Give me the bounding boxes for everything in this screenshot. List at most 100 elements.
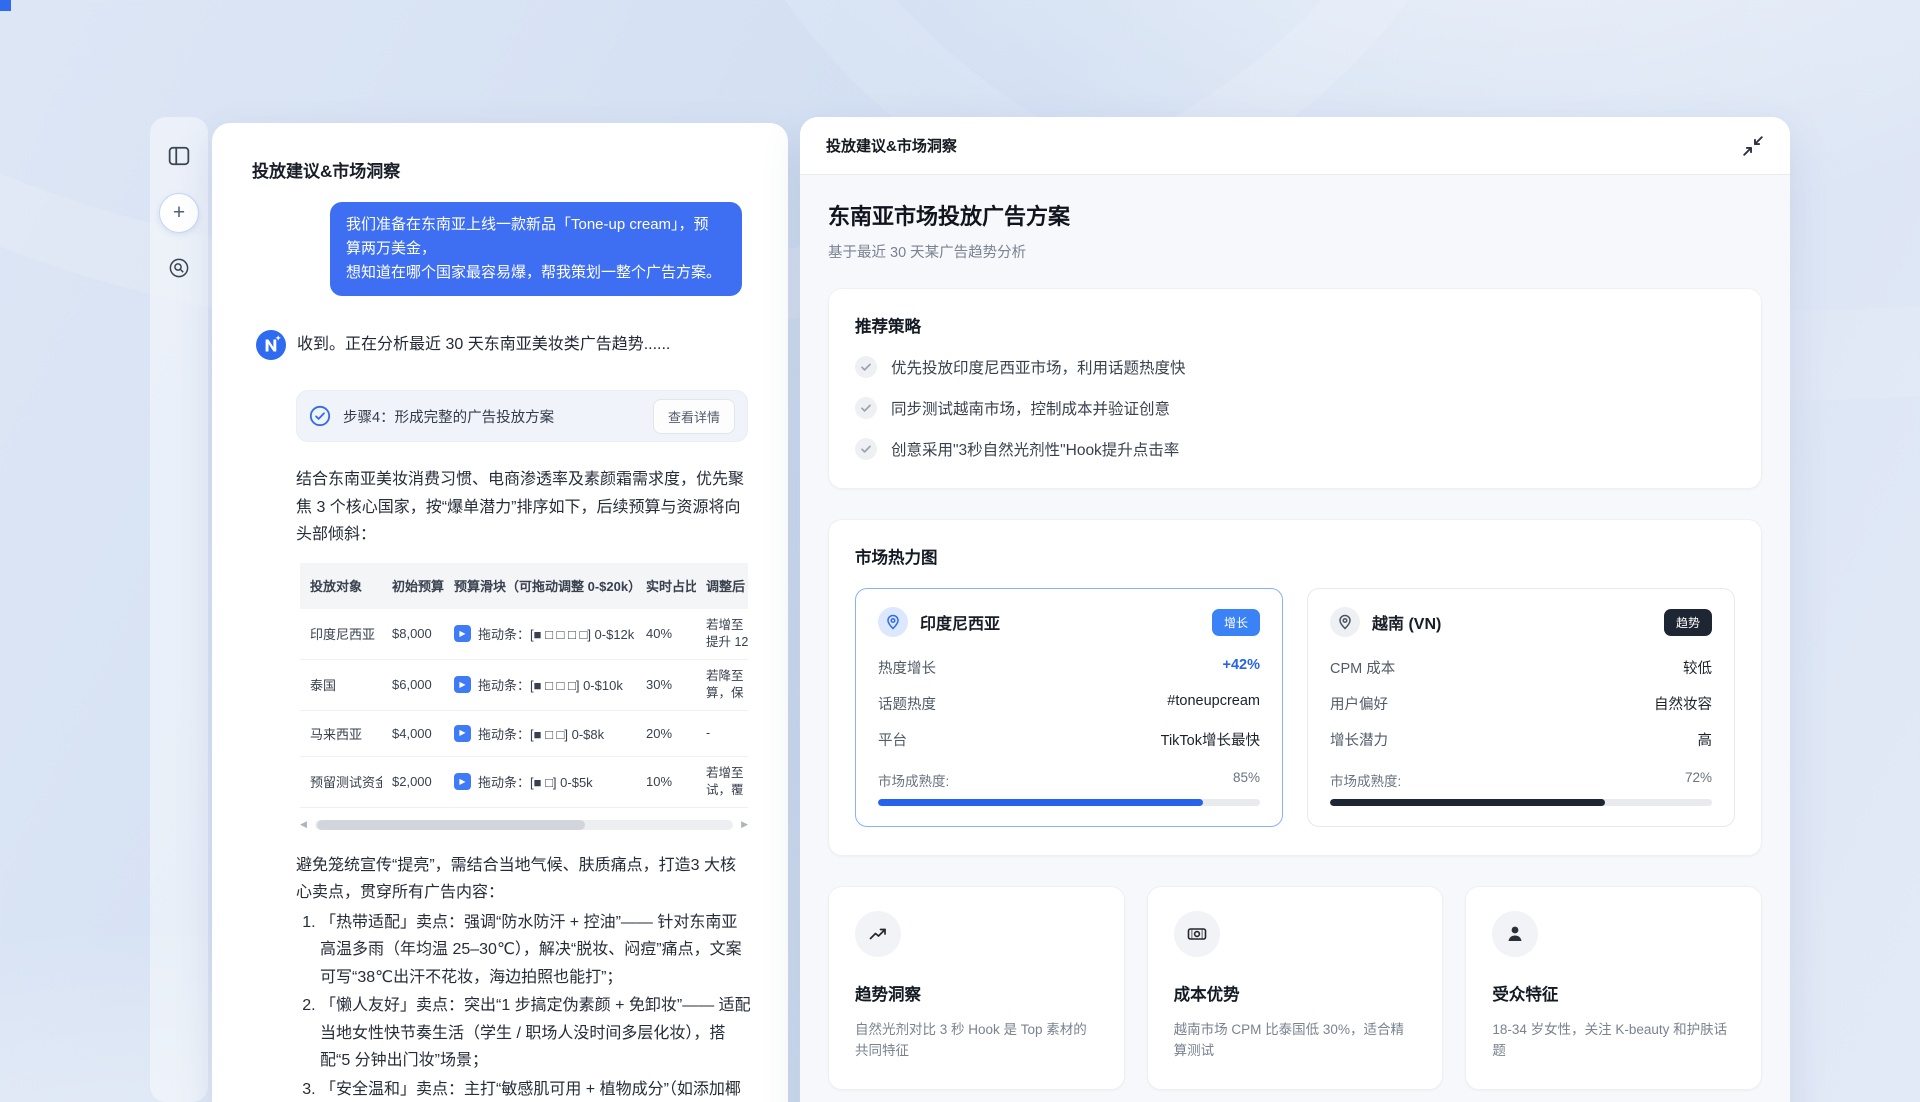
metric-value: +42% — [1222, 657, 1261, 673]
status-badge: 增长 — [1211, 608, 1260, 636]
report-header-title: 投放建议&市场洞察 — [826, 138, 957, 155]
col-header: 初始预算 — [382, 562, 444, 609]
col-header: 预算滑块（可拖动调整 0-$20k） — [444, 562, 636, 609]
feature-card-audience: 受众特征 18-34 岁女性，关注 K-beauty 和护肤话题 — [1465, 886, 1763, 1090]
money-icon — [1173, 911, 1220, 957]
strategy-text: 同步测试越南市场，控制成本并验证创意 — [891, 401, 1171, 418]
share-cell: 40% — [636, 608, 696, 660]
country-card-indonesia[interactable]: 印度尼西亚 增长 热度增长 +42% 话题热度 #toneupcream 平台 … — [855, 588, 1283, 827]
slider-play-icon[interactable]: ▶ — [454, 724, 471, 742]
status-badge: 趋势 — [1663, 608, 1712, 636]
target-cell: 预留测试资金 — [300, 756, 382, 808]
heatmap-title: 市场热力图 — [855, 549, 938, 567]
feature-desc: 自然光剂对比 3 秒 Hook 是 Top 素材的共同特征 — [855, 1022, 1087, 1058]
budget-table-container: 投放对象 初始预算 预算滑块（可拖动调整 0-$20k） 实时占比 调整后 印度… — [300, 562, 748, 808]
scrollbar-thumb[interactable] — [316, 819, 585, 830]
note-cell: 若增至 试，覆 — [696, 756, 748, 808]
table-horizontal-scrollbar: ◀ ▶ — [300, 819, 748, 830]
list-item: 「安全温和」卖点：主打“敏感肌可用 + 植物成分”（如添加椰子油 / 绿茶提取物… — [320, 1076, 752, 1102]
new-chat-button[interactable]: + — [159, 193, 199, 233]
metric-label: 热度增长 — [878, 661, 936, 677]
slider-cell: ▶ 拖动条：[■ □ □ □] 0-$10k — [444, 659, 636, 711]
budget-cell: $8,000 — [382, 608, 444, 660]
map-pin-icon — [878, 607, 908, 637]
metric-row: 话题热度 #toneupcream — [878, 693, 1260, 714]
metric-row: 增长潜力 高 — [1330, 729, 1712, 750]
maturity-label: 市场成熟度: — [878, 774, 950, 789]
budget-slider[interactable]: 拖动条：[■ □ □ □] 0-$10k — [478, 675, 623, 694]
country-name: 越南 (VN) — [1372, 616, 1442, 633]
view-details-button[interactable]: 查看详情 — [652, 398, 735, 434]
col-header: 调整后 — [696, 562, 748, 609]
analysis-paragraph: 结合东南亚美妆消费习惯、电商渗透率及素颜霜需求度，优先聚焦 3 个核心国家，按“… — [296, 471, 745, 543]
target-cell: 马来西亚 — [300, 710, 382, 757]
slider-play-icon[interactable]: ▶ — [454, 773, 471, 790]
country-card-vietnam[interactable]: 越南 (VN) 趋势 CPM 成本 较低 用户偏好 自然妆容 增长潜力 高 市场… — [1307, 588, 1735, 827]
budget-slider[interactable]: 拖动条：[■ □] 0-$5k — [478, 772, 593, 791]
check-icon — [855, 356, 877, 378]
trend-up-icon — [855, 911, 901, 957]
metric-row: 平台 TikTok增长最快 — [878, 729, 1260, 750]
feature-title: 受众特征 — [1492, 986, 1559, 1004]
corner-accent — [0, 0, 11, 11]
assistant-avatar — [256, 330, 286, 360]
selling-points-intro: 避免笼统宣传“提亮”，需结合当地气候、肤质痛点，打造3 大核心卖点，贯穿所有广告… — [296, 856, 737, 902]
scrollbar-track[interactable] — [314, 819, 734, 830]
metric-row: 热度增长 +42% — [878, 657, 1260, 678]
discover-search-icon[interactable] — [168, 257, 190, 279]
strategy-item: 创意采用"3秒自然光剂性"Hook提升点击率 — [855, 438, 1735, 460]
maturity-progress-fill — [878, 799, 1203, 806]
strategy-item: 优先投放印度尼西亚市场，利用话题热度快 — [855, 356, 1735, 378]
chat-panel: 投放建议&市场洞察 我们准备在东南亚上线一款新品「Tone-up cream」，… — [212, 123, 788, 1102]
budget-cell: $6,000 — [382, 659, 444, 711]
metric-value: TikTok增长最快 — [1160, 733, 1260, 749]
report-title: 东南亚市场投放广告方案 — [828, 204, 1071, 229]
note-cell: 若增至 提升 12 — [696, 608, 748, 660]
step-progress-card: 步骤4：形成完整的广告投放方案 查看详情 — [296, 390, 748, 442]
table-row: 预留测试资金 $2,000 ▶ 拖动条：[■ □] 0-$5k 10% 若增至 试… — [300, 756, 748, 808]
maturity-progressbar — [1330, 799, 1712, 806]
selling-points-list: 「热带适配」卖点：强调“防水防汗 + 控油”—— 针对东南亚高温多雨（年均温 2… — [296, 909, 752, 1102]
scroll-right-icon[interactable]: ▶ — [741, 820, 748, 829]
feature-cards-row: 趋势洞察 自然光剂对比 3 秒 Hook 是 Top 素材的共同特征 成本优势 … — [828, 886, 1763, 1090]
strategy-card: 推荐策略 优先投放印度尼西亚市场，利用话题热度快 同步测试越南市场，控制成本并验… — [828, 288, 1762, 489]
chat-panel-title: 投放建议&市场洞察 — [252, 162, 401, 181]
slider-cell: ▶ 拖动条：[■ □ □] 0-$8k — [444, 710, 636, 757]
table-row: 泰国 $6,000 ▶ 拖动条：[■ □ □ □] 0-$10k 30% 若降至 … — [300, 659, 748, 711]
metric-value: 自然妆容 — [1654, 697, 1712, 713]
feature-title: 成本优势 — [1173, 986, 1240, 1004]
feature-desc: 18-34 岁女性，关注 K-beauty 和护肤话题 — [1492, 1022, 1728, 1058]
slider-play-icon[interactable]: ▶ — [454, 676, 471, 693]
maturity-value: 72% — [1684, 770, 1712, 785]
slider-play-icon[interactable]: ▶ — [454, 625, 471, 642]
collapse-panel-icon[interactable] — [1742, 135, 1764, 157]
strategy-title: 推荐策略 — [855, 318, 921, 336]
scroll-left-icon[interactable]: ◀ — [300, 820, 307, 829]
metric-value: 高 — [1697, 733, 1713, 749]
budget-table: 投放对象 初始预算 预算滑块（可拖动调整 0-$20k） 实时占比 调整后 印度… — [300, 562, 748, 808]
sidebar-toggle-icon[interactable] — [168, 145, 190, 167]
table-row: 印度尼西亚 $8,000 ▶ 拖动条：[■ □ □ □ □] 0-$12k 40%… — [300, 608, 748, 660]
feature-title: 趋势洞察 — [855, 986, 921, 1004]
budget-slider[interactable]: 拖动条：[■ □ □ □ □] 0-$12k — [478, 624, 634, 643]
note-cell: - — [696, 710, 748, 757]
budget-slider[interactable]: 拖动条：[■ □ □] 0-$8k — [478, 724, 604, 743]
maturity-progressbar — [878, 799, 1260, 806]
feature-desc: 越南市场 CPM 比泰国低 30%，适合精算测试 — [1173, 1022, 1404, 1058]
table-header-row: 投放对象 初始预算 预算滑块（可拖动调整 0-$20k） 实时占比 调整后 — [300, 562, 748, 609]
list-item: 「懒人友好」卖点：突出“1 步搞定伪素颜 + 免卸妆”—— 适配当地女性快节奏生… — [320, 992, 752, 1075]
metric-row: CPM 成本 较低 — [1330, 657, 1712, 678]
market-heatmap-card: 市场热力图 印度尼西亚 增长 热度增长 +42% 话题热度 #toneupcre… — [828, 519, 1762, 856]
strategy-item: 同步测试越南市场，控制成本并验证创意 — [855, 397, 1735, 419]
metric-label: 平台 — [878, 733, 907, 749]
map-pin-icon — [1330, 607, 1360, 637]
maturity-progress-fill — [1330, 799, 1606, 806]
share-cell: 20% — [636, 710, 696, 757]
maturity-value: 85% — [1232, 770, 1260, 785]
share-cell: 30% — [636, 659, 696, 711]
metric-row: 用户偏好 自然妆容 — [1330, 693, 1712, 714]
metric-value: 较低 — [1683, 661, 1712, 677]
strategy-text: 优先投放印度尼西亚市场，利用话题热度快 — [891, 360, 1186, 377]
country-name: 印度尼西亚 — [920, 616, 1001, 633]
share-cell: 10% — [636, 756, 696, 808]
